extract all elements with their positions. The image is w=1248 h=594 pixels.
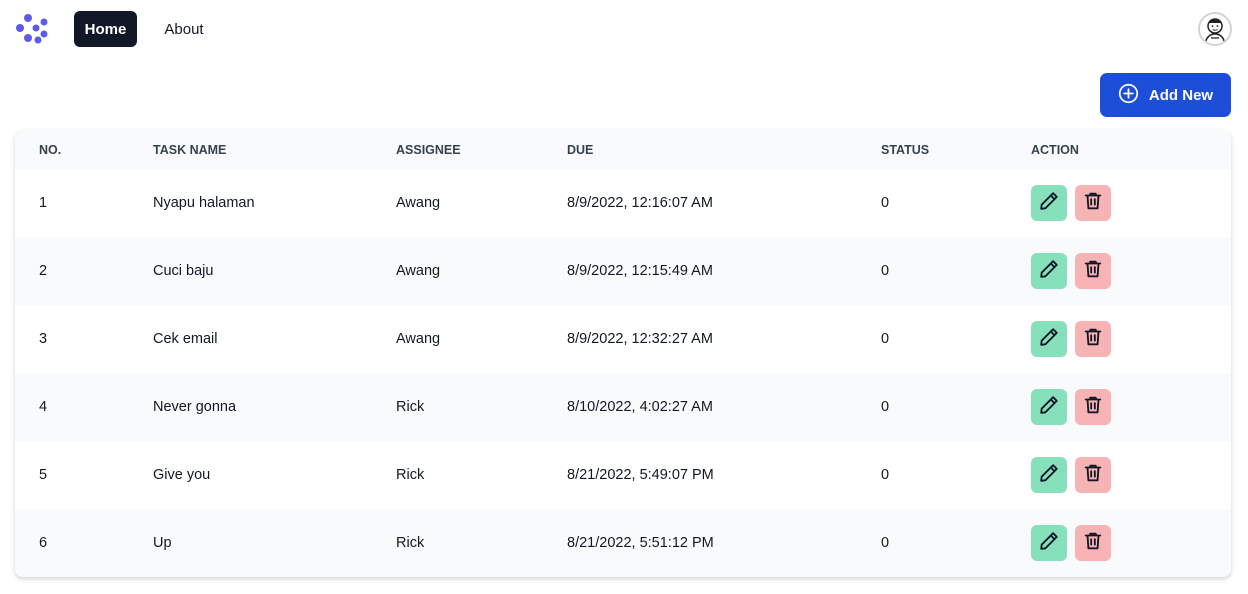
cell-assignee: Rick	[396, 399, 425, 415]
pencil-icon	[1038, 258, 1060, 284]
column-header-status: Status	[881, 142, 930, 157]
brand-logo-icon[interactable]	[14, 12, 50, 46]
cell-assignee: Awang	[396, 263, 441, 279]
table-row: 6 Up Rick 8/21/2022, 5:51:12 PM 0	[15, 509, 1231, 577]
trash-icon	[1082, 462, 1104, 488]
column-header-task-name: Task Name	[153, 142, 227, 157]
cell-no: 3	[39, 331, 48, 347]
cell-assignee: Rick	[396, 535, 425, 551]
pencil-icon	[1038, 462, 1060, 488]
cell-action	[1031, 237, 1231, 305]
user-avatar-icon[interactable]	[1198, 12, 1232, 46]
cell-action	[1031, 373, 1231, 441]
edit-button[interactable]	[1031, 525, 1067, 561]
column-header-action: Action	[1031, 142, 1079, 157]
cell-action	[1031, 169, 1231, 237]
pencil-icon	[1038, 394, 1060, 420]
row-actions	[1031, 321, 1231, 357]
plus-circle-icon	[1118, 83, 1139, 108]
task-table: No. Task Name Assignee Due Status Action…	[15, 130, 1231, 577]
table-header-row: No. Task Name Assignee Due Status Action	[15, 130, 1231, 169]
cell-status: 0	[881, 399, 890, 415]
cell-task-name: Cuci baju	[153, 263, 214, 279]
trash-icon	[1082, 258, 1104, 284]
trash-icon	[1082, 190, 1104, 216]
table-row: 3 Cek email Awang 8/9/2022, 12:32:27 AM 0	[15, 305, 1231, 373]
column-header-assignee: Assignee	[396, 142, 461, 157]
cell-due: 8/9/2022, 12:15:49 AM	[567, 263, 713, 279]
edit-button[interactable]	[1031, 389, 1067, 425]
cell-no: 6	[39, 535, 48, 551]
delete-button[interactable]	[1075, 389, 1111, 425]
cell-no: 2	[39, 263, 48, 279]
delete-button[interactable]	[1075, 457, 1111, 493]
trash-icon	[1082, 530, 1104, 556]
cell-task-name: Give you	[153, 467, 211, 483]
row-actions	[1031, 525, 1231, 561]
cell-action	[1031, 305, 1231, 373]
row-actions	[1031, 253, 1231, 289]
navbar: Home About	[0, 0, 1248, 60]
column-header-due: Due	[567, 142, 594, 157]
cell-task-name: Up	[153, 535, 172, 551]
pencil-icon	[1038, 530, 1060, 556]
cell-due: 8/21/2022, 5:51:12 PM	[567, 535, 714, 551]
cell-assignee: Awang	[396, 195, 441, 211]
edit-button[interactable]	[1031, 457, 1067, 493]
trash-icon	[1082, 394, 1104, 420]
add-new-button[interactable]: Add New	[1100, 73, 1231, 117]
cell-action	[1031, 441, 1231, 509]
cell-due: 8/21/2022, 5:49:07 PM	[567, 467, 714, 483]
delete-button[interactable]	[1075, 185, 1111, 221]
trash-icon	[1082, 326, 1104, 352]
column-header-no: No.	[39, 142, 62, 157]
cell-status: 0	[881, 263, 890, 279]
cell-task-name: Cek email	[153, 331, 218, 347]
pencil-icon	[1038, 190, 1060, 216]
table-row: 2 Cuci baju Awang 8/9/2022, 12:15:49 AM 0	[15, 237, 1231, 305]
delete-button[interactable]	[1075, 321, 1111, 357]
cell-action	[1031, 509, 1231, 577]
cell-status: 0	[881, 535, 890, 551]
cell-assignee: Rick	[396, 467, 425, 483]
task-table-card: No. Task Name Assignee Due Status Action…	[15, 130, 1231, 577]
table-row: 4 Never gonna Rick 8/10/2022, 4:02:27 AM 0	[15, 373, 1231, 441]
row-actions	[1031, 389, 1231, 425]
cell-status: 0	[881, 195, 890, 211]
cell-due: 8/9/2022, 12:16:07 AM	[567, 195, 713, 211]
cell-task-name: Never gonna	[153, 399, 237, 415]
table-row: 5 Give you Rick 8/21/2022, 5:49:07 PM 0	[15, 441, 1231, 509]
cell-no: 5	[39, 467, 48, 483]
edit-button[interactable]	[1031, 253, 1067, 289]
nav-about-button[interactable]: About	[154, 11, 214, 47]
cell-status: 0	[881, 331, 890, 347]
cell-no: 4	[39, 399, 48, 415]
edit-button[interactable]	[1031, 321, 1067, 357]
pencil-icon	[1038, 326, 1060, 352]
add-new-label: Add New	[1148, 86, 1214, 104]
cell-due: 8/9/2022, 12:32:27 AM	[567, 331, 713, 347]
cell-assignee: Awang	[396, 331, 441, 347]
cell-status: 0	[881, 467, 890, 483]
cell-no: 1	[39, 195, 48, 211]
row-actions	[1031, 457, 1231, 493]
cell-due: 8/10/2022, 4:02:27 AM	[567, 399, 713, 415]
edit-button[interactable]	[1031, 185, 1067, 221]
delete-button[interactable]	[1075, 253, 1111, 289]
delete-button[interactable]	[1075, 525, 1111, 561]
table-row: 1 Nyapu halaman Awang 8/9/2022, 12:16:07 AM…	[15, 169, 1231, 237]
nav-home-button[interactable]: Home	[74, 11, 137, 47]
cell-task-name: Nyapu halaman	[153, 195, 255, 211]
row-actions	[1031, 185, 1231, 221]
